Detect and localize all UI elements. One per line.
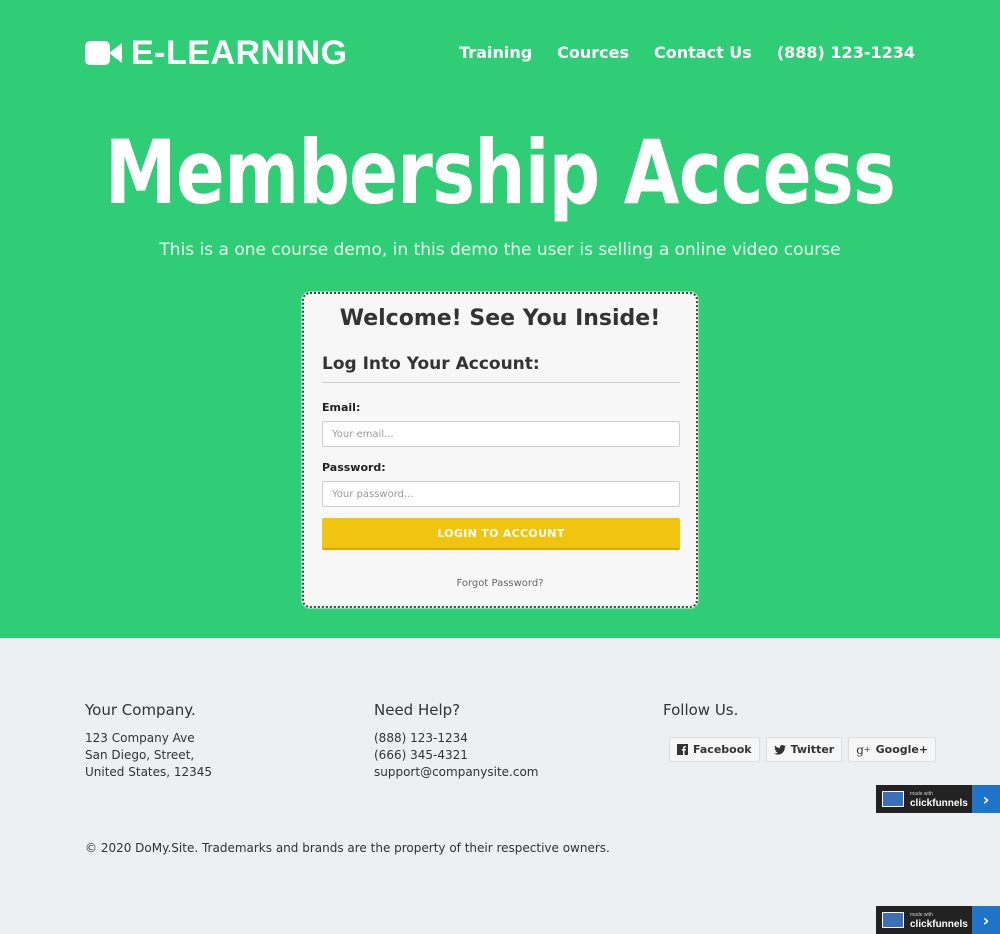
- clickfunnels-badge-text: made with clickfunnels: [910, 910, 968, 930]
- twitter-button[interactable]: Twitter: [765, 737, 843, 762]
- logo-text: E-LEARNING: [131, 34, 348, 72]
- main-nav: Training Cources Contact Us (888) 123-12…: [434, 43, 915, 63]
- address-line: United States, 12345: [85, 765, 213, 779]
- page-subtitle: This is a one course demo, in this demo …: [159, 240, 841, 260]
- login-card-subtitle: Log Into Your Account:: [322, 354, 540, 374]
- footer-help: Need Help? (888) 123-1234 (666) 345-4321…: [374, 700, 634, 781]
- email-input[interactable]: [322, 421, 680, 447]
- clickfunnels-logo-icon: [882, 791, 904, 807]
- nav-training[interactable]: Training: [459, 43, 532, 63]
- footer-company-heading: Your Company.: [85, 701, 196, 719]
- clickfunnels-badge[interactable]: made with clickfunnels ›: [876, 785, 1000, 813]
- copyright-text: © 2020 DoMy.Site. Trademarks and brands …: [85, 841, 610, 855]
- nav-cources[interactable]: Cources: [557, 43, 629, 63]
- page-title: Membership Access: [104, 121, 896, 224]
- chevron-right-icon[interactable]: ›: [972, 785, 1000, 813]
- footer-follow-heading: Follow Us.: [663, 701, 739, 719]
- google-plus-button[interactable]: g + Google+: [848, 737, 937, 762]
- address-line: San Diego, Street,: [85, 748, 195, 762]
- clickfunnels-badge-text: made with clickfunnels: [910, 789, 968, 809]
- facebook-icon: [677, 744, 688, 755]
- password-input[interactable]: [322, 481, 680, 507]
- social-buttons: Facebook Twitter g + Google+: [669, 737, 937, 762]
- footer-company: Your Company. 123 Company Ave San Diego,…: [85, 700, 345, 781]
- support-email[interactable]: support@companysite.com: [374, 764, 634, 781]
- google-plus-icon: g +: [856, 742, 871, 757]
- nav-contact-us[interactable]: Contact Us: [654, 43, 752, 63]
- badge-brand: clickfunnels: [910, 919, 968, 930]
- nav-phone[interactable]: (888) 123-1234: [777, 43, 915, 63]
- divider: [322, 382, 680, 383]
- forgot-password-link[interactable]: Forgot Password?: [304, 578, 696, 589]
- clickfunnels-logo-icon: [882, 912, 904, 928]
- google-plus-label: Google+: [875, 743, 929, 756]
- facebook-label: Facebook: [693, 743, 752, 756]
- login-button[interactable]: LOGIN TO ACCOUNT: [322, 518, 680, 550]
- phone-line: (666) 345-4321: [374, 748, 468, 762]
- video-camera-icon: [85, 38, 123, 68]
- login-card: Welcome! See You Inside! Log Into Your A…: [302, 292, 698, 608]
- twitter-icon: [773, 744, 786, 755]
- address-line: 123 Company Ave: [85, 731, 195, 745]
- hero-section: E-LEARNING Training Cources Contact Us (…: [0, 0, 1000, 638]
- phone-line: (888) 123-1234: [374, 731, 468, 745]
- chevron-right-icon[interactable]: ›: [972, 906, 1000, 934]
- facebook-button[interactable]: Facebook: [669, 737, 760, 762]
- password-label: Password:: [322, 461, 386, 474]
- footer-follow: Follow Us.: [663, 700, 923, 720]
- login-card-title: Welcome! See You Inside!: [339, 306, 661, 331]
- site-logo[interactable]: E-LEARNING: [85, 36, 348, 70]
- email-label: Email:: [322, 401, 361, 414]
- clickfunnels-badge[interactable]: made with clickfunnels ›: [876, 906, 1000, 934]
- footer-help-heading: Need Help?: [374, 701, 461, 719]
- badge-brand: clickfunnels: [910, 798, 968, 809]
- twitter-label: Twitter: [790, 743, 835, 756]
